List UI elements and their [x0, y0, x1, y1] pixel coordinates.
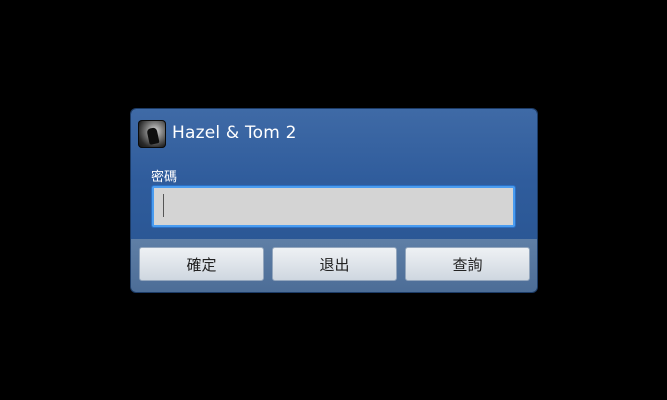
app-icon: [138, 120, 166, 148]
confirm-button[interactable]: 確定: [139, 247, 264, 281]
query-button[interactable]: 查詢: [405, 247, 530, 281]
password-input[interactable]: [152, 186, 515, 227]
screen: Hazel & Tom 2 密碼 確定 退出 查詢: [0, 0, 667, 400]
dialog-title: Hazel & Tom 2: [172, 123, 297, 143]
exit-button[interactable]: 退出: [272, 247, 397, 281]
text-caret: [163, 194, 164, 217]
password-dialog: Hazel & Tom 2 密碼 確定 退出 查詢: [131, 109, 537, 292]
dialog-title-bar: Hazel & Tom 2: [131, 109, 537, 157]
dialog-button-bar: 確定 退出 查詢: [131, 239, 537, 292]
password-label: 密碼: [151, 170, 178, 185]
app-icon-figure: [146, 127, 160, 145]
